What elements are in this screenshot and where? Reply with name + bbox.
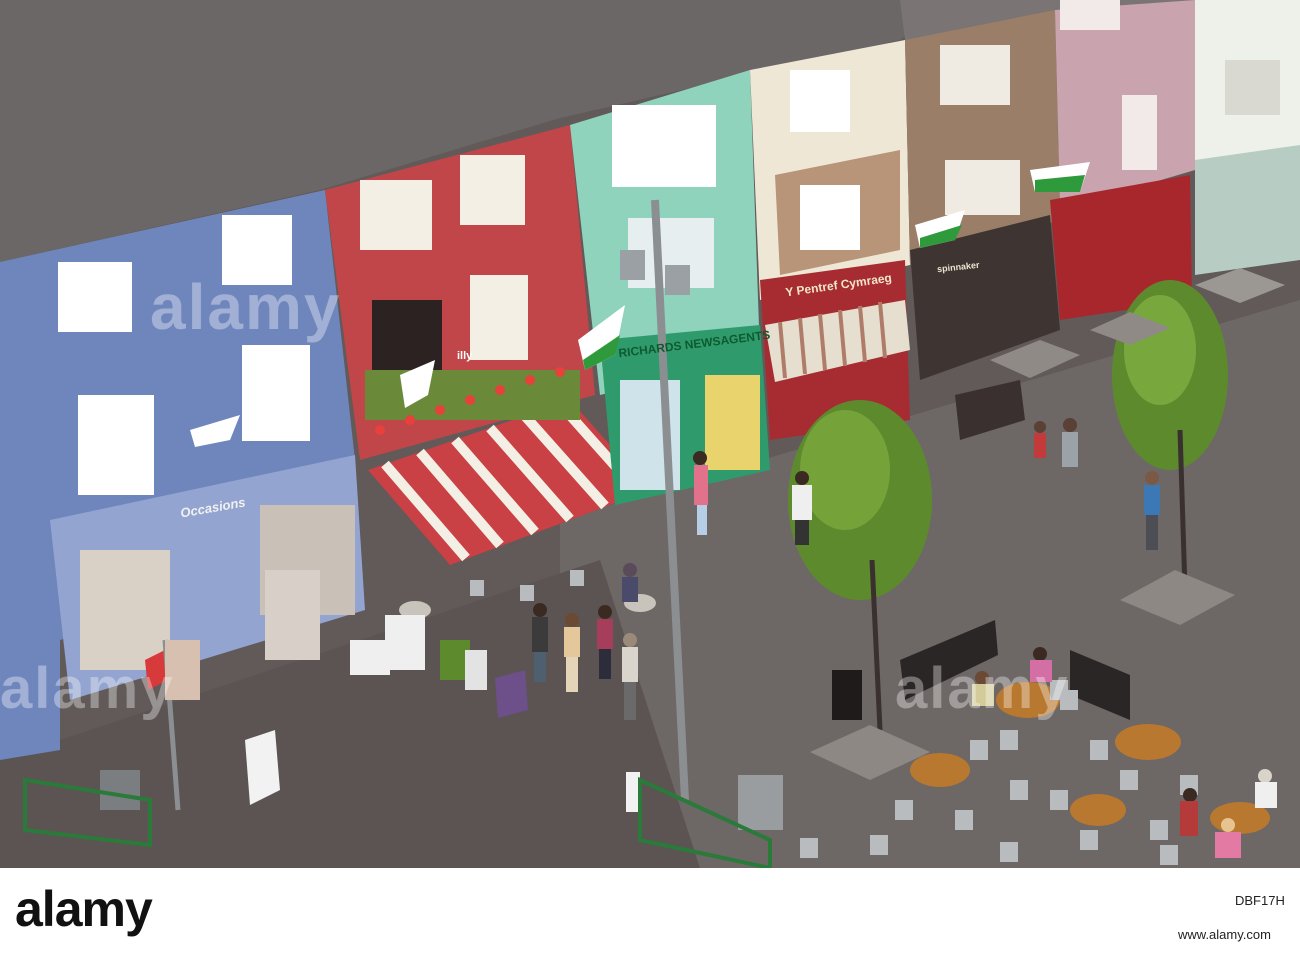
window (612, 105, 716, 187)
window (460, 155, 525, 225)
window (360, 180, 432, 250)
cafe-logo-sign: illy (457, 350, 473, 362)
window (470, 275, 528, 360)
window (790, 70, 850, 132)
newsagent-window-2 (705, 375, 760, 470)
window (78, 395, 154, 495)
window (1060, 0, 1120, 30)
window (940, 45, 1010, 105)
window (1122, 95, 1157, 170)
footer-image-id: DBF17H (1235, 893, 1285, 908)
stock-footer-bar (0, 868, 1300, 956)
window (800, 185, 860, 250)
photo-illustration (0, 0, 1300, 868)
window (945, 160, 1020, 215)
window (1225, 60, 1280, 115)
footer-logo: alamy (15, 881, 153, 937)
blue-window-display (80, 550, 170, 670)
white-shopfront (1195, 145, 1300, 275)
window (242, 345, 310, 441)
footer-url: www.alamy.com (1178, 927, 1271, 942)
flower-box (365, 370, 580, 420)
window (222, 215, 292, 285)
street-scene-photo: RICHARDS NEWSAGENTS Y Pentref Cymraeg Oc… (0, 0, 1300, 868)
window (58, 262, 132, 332)
